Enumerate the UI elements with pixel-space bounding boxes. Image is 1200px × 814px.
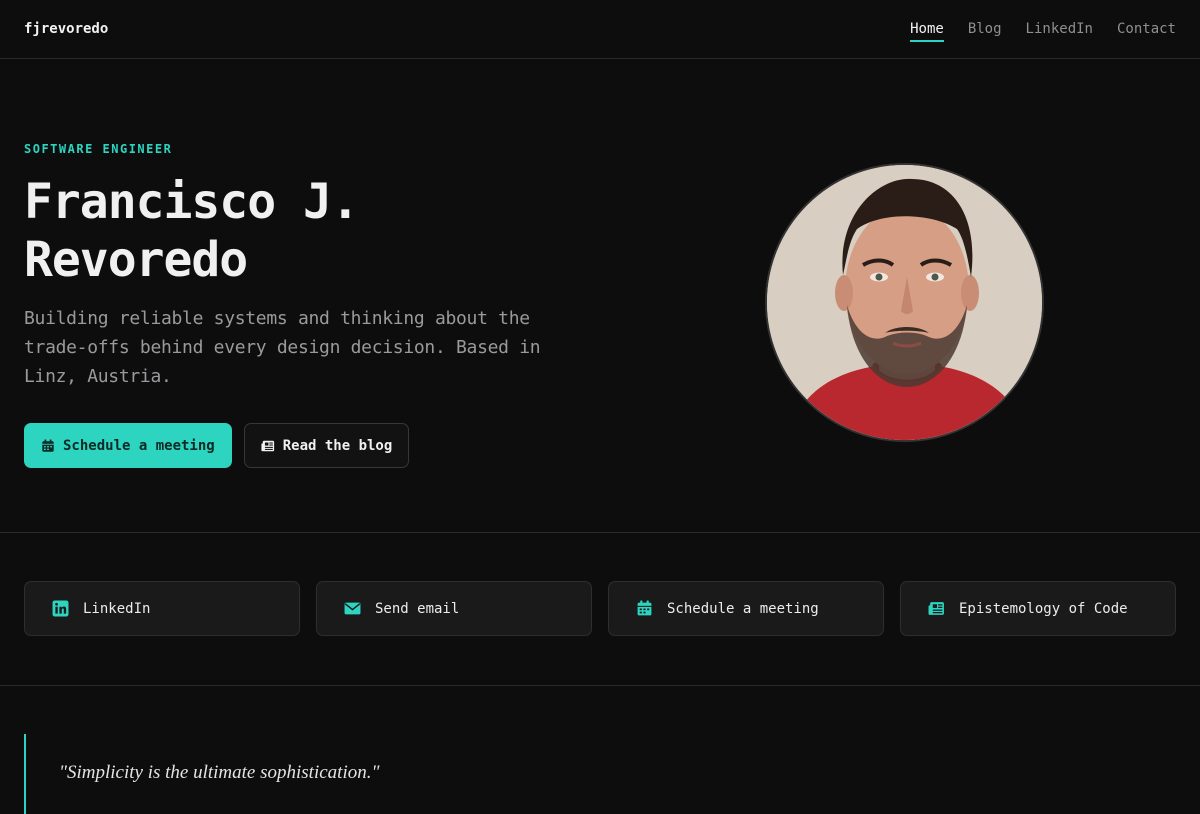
send-email-card[interactable]: Send email: [316, 581, 592, 636]
newspaper-icon: [261, 440, 274, 451]
hero-section: SOFTWARE ENGINEER Francisco J. Revoredo …: [0, 59, 1200, 533]
hero-eyebrow: SOFTWARE ENGINEER: [24, 142, 173, 156]
nav-home[interactable]: Home: [910, 17, 944, 42]
quick-links-section: LinkedIn Send email Schedule a meeting E…: [0, 533, 1200, 686]
epistemology-of-code-card-label: Epistemology of Code: [959, 600, 1128, 617]
read-blog-button[interactable]: Read the blog: [243, 423, 410, 468]
hero-actions: Schedule a meeting Read the blog: [24, 423, 410, 468]
site-header: fjrevoredo Home Blog LinkedIn Contact: [0, 0, 1200, 59]
send-email-card-label: Send email: [375, 600, 460, 617]
read-blog-label: Read the blog: [282, 437, 393, 454]
schedule-meeting-label: Schedule a meeting: [63, 437, 215, 454]
calendar-icon: [42, 438, 54, 452]
nav-linkedin[interactable]: LinkedIn: [1026, 17, 1093, 42]
linkedin-icon: [52, 600, 69, 617]
linkedin-card-label: LinkedIn: [83, 600, 151, 617]
hero-tagline: Building reliable systems and thinking a…: [24, 308, 541, 387]
nav-blog[interactable]: Blog: [968, 17, 1002, 42]
schedule-meeting-card-label: Schedule a meeting: [667, 600, 819, 617]
brand-logo[interactable]: fjrevoredo: [24, 21, 108, 37]
featured-quote: "Simplicity is the ultimate sophisticati…: [24, 734, 1176, 814]
hero-name: Francisco J. Revoredo: [24, 174, 360, 288]
schedule-meeting-card[interactable]: Schedule a meeting: [608, 581, 884, 636]
epistemology-of-code-card[interactable]: Epistemology of Code: [900, 581, 1176, 636]
nav-contact[interactable]: Contact: [1117, 17, 1176, 42]
schedule-meeting-button[interactable]: Schedule a meeting: [24, 423, 232, 468]
linkedin-card[interactable]: LinkedIn: [24, 581, 300, 636]
envelope-icon: [344, 602, 361, 615]
quote-text: "Simplicity is the ultimate sophisticati…: [59, 762, 380, 783]
newspaper-icon: [928, 602, 944, 615]
calendar-icon: [637, 600, 652, 616]
profile-avatar: [765, 163, 1044, 442]
main-nav: Home Blog LinkedIn Contact: [910, 17, 1176, 42]
